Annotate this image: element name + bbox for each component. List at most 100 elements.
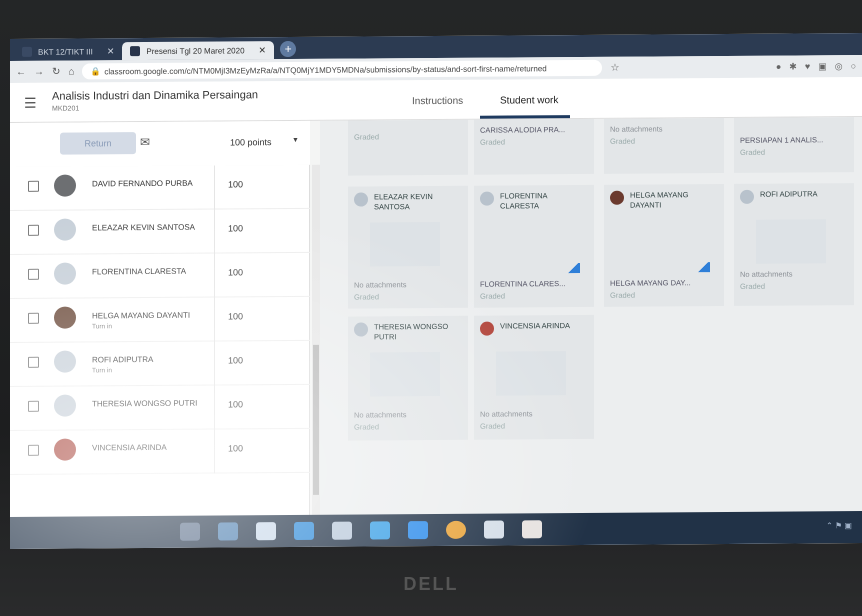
return-button[interactable]: Return — [60, 132, 136, 155]
grade-value[interactable]: 100 — [228, 179, 243, 189]
new-tab-icon[interactable]: + — [280, 40, 297, 58]
tab-label: BKT 12/TIKT III — [38, 46, 93, 57]
chevron-down-icon[interactable]: ▼ — [292, 137, 299, 144]
extension-icon[interactable]: ○ — [851, 61, 856, 72]
chrome-icon[interactable] — [446, 520, 466, 539]
file-explorer-icon[interactable] — [256, 522, 276, 541]
card-status: Graded — [354, 292, 380, 302]
email-icon[interactable]: ✉ — [140, 135, 150, 149]
student-name: DAVID FERNANDO PURBA — [92, 178, 193, 189]
grade-value[interactable]: 100 — [228, 399, 243, 409]
points-select[interactable]: 100 points — [230, 137, 272, 147]
classroom-favicon-icon — [130, 46, 141, 57]
list-scrollbar[interactable] — [312, 164, 320, 547]
star-icon[interactable]: ☆ — [610, 62, 619, 73]
grade-value[interactable]: 100 — [228, 267, 243, 277]
app-header: ☰ Analisis Industri dan Dinamika Persain… — [10, 77, 862, 123]
zoom-icon[interactable] — [408, 521, 428, 540]
extension-icon[interactable]: ✱ — [789, 61, 797, 72]
task-view-icon[interactable] — [218, 522, 238, 541]
avatar — [54, 306, 76, 329]
course-title[interactable]: Analisis Industri dan Dinamika Persainga… — [52, 89, 258, 102]
app-icon[interactable] — [332, 521, 352, 540]
close-tab-icon[interactable]: ✕ — [107, 46, 115, 57]
submission-card[interactable]: Graded — [348, 119, 468, 176]
student-checkbox[interactable] — [28, 312, 39, 324]
tab-student-work[interactable]: Student work — [500, 95, 558, 106]
pdf-reader-icon[interactable] — [522, 520, 542, 539]
attachment-name[interactable]: PERSIAPAN 1 ANALIS... — [740, 135, 823, 145]
heart-icon[interactable]: ♥ — [805, 61, 810, 72]
browser-tab[interactable]: BKT 12/TIKT III ✕ — [14, 42, 122, 61]
attachment-name[interactable]: CARISSA ALODIA PRA... — [480, 125, 565, 135]
url-field[interactable]: 🔒 classroom.google.com/c/NTM0MjI3MzEyMzR… — [82, 59, 603, 80]
grade-value[interactable]: 100 — [228, 311, 243, 321]
grade-value[interactable]: 100 — [228, 223, 243, 233]
student-row[interactable]: ROFI ADIPUTRA Turn in 100 — [10, 340, 310, 387]
attachment-name[interactable]: HELGA MAYANG DAY... — [610, 278, 691, 288]
submission-card[interactable]: PERSIAPAN 1 ANALIS... Graded — [734, 117, 854, 173]
student-checkbox[interactable] — [28, 180, 39, 192]
student-checkbox[interactable] — [28, 444, 39, 456]
student-name: HELGA MAYANG DAYANTI — [92, 310, 191, 321]
attachment-name[interactable]: FLORENTINA CLARES... — [480, 279, 565, 289]
avatar — [54, 218, 76, 241]
home-icon[interactable]: ⌂ — [68, 66, 74, 77]
attachment-label: No attachments — [354, 280, 407, 290]
grade-value[interactable]: 100 — [228, 443, 243, 453]
extension-icon[interactable]: ▣ — [818, 61, 827, 72]
student-row[interactable]: VINCENSIA ARINDA 100 — [10, 428, 310, 475]
submission-card[interactable]: ELEAZAR KEVIN SANTOSA No attachments Gra… — [348, 185, 468, 309]
student-name: VINCENSIA ARINDA — [92, 442, 167, 453]
student-checkbox[interactable] — [28, 224, 39, 236]
card-status: Graded — [740, 147, 766, 157]
submission-card[interactable]: HELGA MAYANG DAYANTI HELGA MAYANG DAY...… — [604, 183, 724, 307]
student-row[interactable]: HELGA MAYANG DAYANTI Turn in 100 — [10, 296, 310, 343]
close-tab-icon[interactable]: ✕ — [259, 45, 267, 56]
avatar — [480, 321, 494, 336]
submissions-grid: Graded CARISSA ALODIA PRA... Graded No a… — [320, 117, 862, 547]
tab-label: Presensi Tgl 20 Maret 2020 — [146, 45, 245, 56]
submission-card[interactable]: FLORENTINA CLARESTA FLORENTINA CLARES...… — [474, 184, 594, 308]
attachment-label: No attachments — [740, 269, 793, 279]
attachment-thumbnail — [756, 219, 826, 264]
card-student-name: VINCENSIA ARINDA — [500, 321, 571, 331]
system-tray[interactable]: ⌃ ⚑ ▣ — [826, 521, 852, 530]
card-status: Graded — [480, 291, 506, 301]
student-row[interactable]: ELEAZAR KEVIN SANTOSA 100 — [10, 208, 310, 255]
card-student-name: ELEAZAR KEVIN SANTOSA — [374, 192, 433, 212]
app-icon[interactable] — [484, 520, 504, 539]
submission-card[interactable]: No attachments Graded — [604, 117, 724, 174]
extension-icon[interactable]: ● — [776, 61, 781, 72]
divider — [214, 429, 215, 474]
dropbox-icon[interactable] — [370, 521, 390, 540]
active-tab-indicator — [480, 115, 570, 119]
attachment-label: No attachments — [480, 409, 533, 419]
student-row[interactable]: THERESIA WONGSO PUTRI 100 — [10, 384, 310, 431]
student-checkbox[interactable] — [28, 268, 39, 280]
start-icon[interactable] — [180, 522, 200, 541]
menu-icon[interactable]: ☰ — [24, 95, 37, 112]
card-status: Graded — [610, 136, 636, 146]
submission-card[interactable]: THERESIA WONGSO PUTRI No attachments Gra… — [348, 315, 468, 441]
tab-favicon-icon — [22, 46, 32, 57]
student-row[interactable]: FLORENTINA CLARESTA 100 — [10, 252, 310, 299]
divider — [214, 385, 215, 430]
submission-card[interactable]: ROFI ADIPUTRA No attachments Graded — [734, 183, 854, 306]
forward-icon[interactable]: → — [34, 66, 44, 77]
back-icon[interactable]: ← — [16, 66, 26, 77]
grade-value[interactable]: 100 — [228, 355, 243, 365]
student-status: Turn in — [92, 367, 112, 375]
avatar — [54, 262, 76, 285]
submission-card[interactable]: VINCENSIA ARINDA No attachments Graded — [474, 314, 594, 440]
tab-instructions[interactable]: Instructions — [412, 96, 463, 107]
submission-card[interactable]: CARISSA ALODIA PRA... Graded — [474, 118, 594, 175]
student-row[interactable]: DAVID FERNANDO PURBA 100 — [10, 164, 310, 211]
extension-icon[interactable]: ◎ — [835, 61, 843, 72]
student-checkbox[interactable] — [28, 356, 39, 368]
browser-tab-active[interactable]: Presensi Tgl 20 Maret 2020 ✕ — [122, 41, 275, 61]
edge-browser-icon[interactable] — [294, 521, 314, 540]
scrollbar-thumb[interactable] — [313, 344, 319, 495]
student-checkbox[interactable] — [28, 400, 39, 412]
reload-icon[interactable]: ↻ — [52, 66, 60, 77]
